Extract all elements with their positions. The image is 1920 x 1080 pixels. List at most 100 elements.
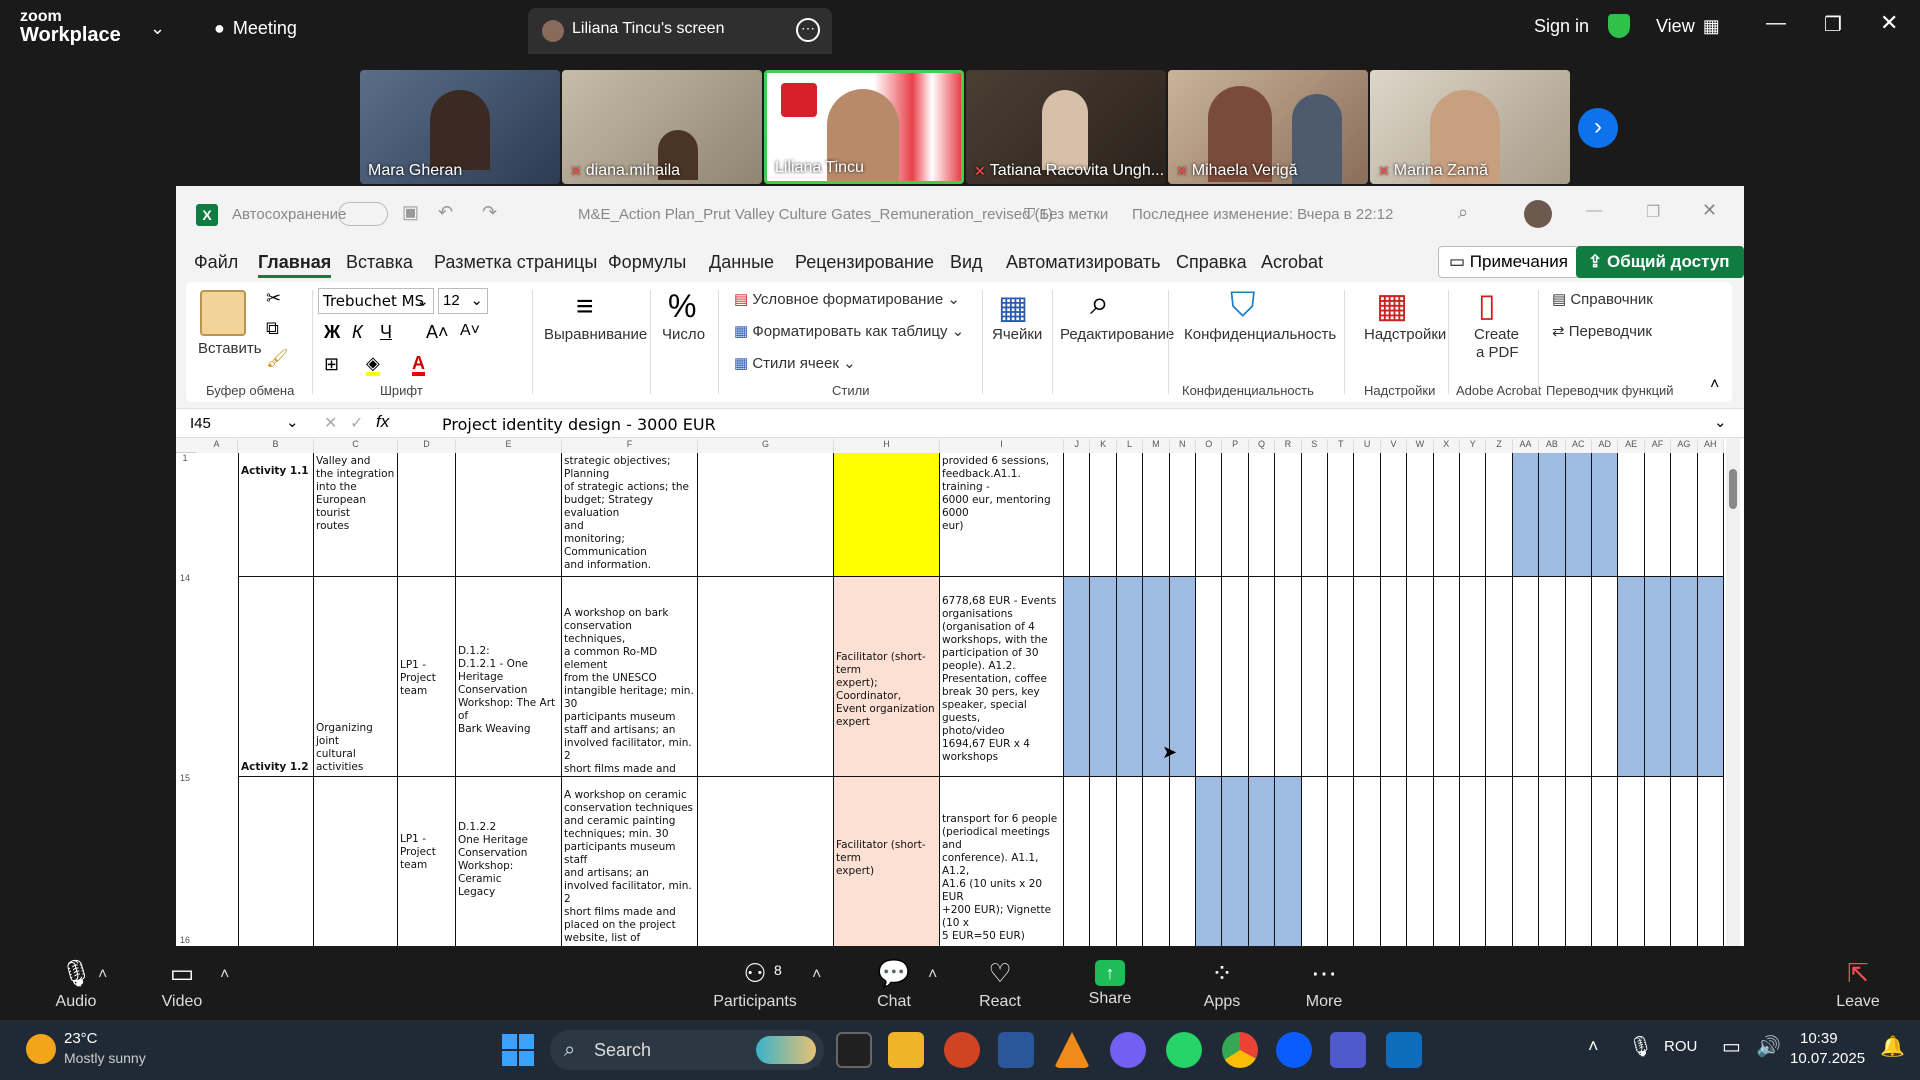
font-name-select[interactable]: Trebuchet MS ⌄: [318, 288, 434, 314]
timeline-cell[interactable]: [1354, 577, 1381, 777]
percent-icon[interactable]: %: [668, 288, 696, 325]
zoom-app-icon[interactable]: [1276, 1032, 1312, 1068]
participant-tile-active[interactable]: Liliana Tincu: [764, 70, 964, 184]
timeline-cell[interactable]: [1539, 577, 1566, 777]
timeline-cell[interactable]: [1512, 453, 1540, 577]
close-icon[interactable]: ✕: [1702, 200, 1717, 221]
timeline-cell[interactable]: [1090, 777, 1117, 946]
tab-file[interactable]: Файл: [194, 252, 238, 273]
share-button[interactable]: ⇪ Общий доступ ⌄: [1576, 246, 1744, 303]
timeline-cell[interactable]: [1064, 453, 1091, 577]
formula-input[interactable]: Project identity design - 3000 EUR: [442, 415, 716, 434]
create-pdf-button[interactable]: Create: [1474, 326, 1519, 343]
timeline-cell[interactable]: [1301, 453, 1328, 577]
expand-formula-icon[interactable]: ⌄: [1714, 413, 1727, 431]
column-header-t[interactable]: T: [1328, 439, 1355, 453]
chat-button[interactable]: 💬 Chat: [860, 948, 928, 1020]
cell-c15[interactable]: Organizing joint cultural activities: [314, 577, 398, 777]
cell-b14[interactable]: Activity 1.1: [238, 453, 314, 577]
timeline-cell[interactable]: [1565, 577, 1592, 777]
column-header-ag[interactable]: AG: [1671, 439, 1698, 453]
cell-f16[interactable]: A workshop on ceramic conservation techn…: [562, 777, 698, 946]
volume-icon[interactable]: 🔊: [1756, 1034, 1781, 1059]
name-box-dropdown-icon[interactable]: ⌄: [286, 413, 299, 431]
tab-acrobat[interactable]: Acrobat: [1261, 252, 1323, 273]
word-icon[interactable]: [998, 1032, 1034, 1068]
apps-button[interactable]: ⁘ Apps: [1188, 948, 1256, 1020]
comments-button[interactable]: ▭ Примечания: [1438, 246, 1579, 278]
decrease-font-icon[interactable]: A˅: [460, 322, 480, 340]
cell-d15[interactable]: LP1 - Project team: [398, 577, 456, 777]
column-header-u[interactable]: U: [1354, 439, 1381, 453]
timeline-cell[interactable]: [1434, 777, 1460, 946]
cell-d16[interactable]: LP1 - Project team: [398, 777, 456, 946]
timeline-cell[interactable]: [1196, 577, 1223, 777]
timeline-cell[interactable]: [1248, 453, 1276, 577]
timeline-cell[interactable]: [1618, 577, 1645, 777]
mic-icon[interactable]: 🎙: [1628, 1034, 1653, 1059]
timeline-cell[interactable]: [1302, 777, 1328, 946]
timeline-cell[interactable]: [1539, 453, 1566, 577]
video-options-chevron-icon[interactable]: ˄: [220, 966, 229, 984]
timeline-cell[interactable]: [1671, 577, 1698, 777]
shared-screen-tab[interactable]: Liliana Tincu's screen ⋯: [528, 8, 832, 54]
timeline-cell[interactable]: [1381, 777, 1408, 946]
meeting-tab[interactable]: ● Meeting: [214, 18, 297, 39]
react-button[interactable]: ♡ React: [966, 948, 1034, 1020]
scrollbar-thumb[interactable]: [1729, 469, 1737, 509]
row-number[interactable]: 1: [176, 453, 194, 463]
timeline-cell[interactable]: [1460, 577, 1487, 777]
bold-icon[interactable]: Ж: [324, 322, 340, 343]
notifications-icon[interactable]: 🔔: [1880, 1034, 1905, 1059]
cell-c14[interactable]: Valley and the integration into the Euro…: [314, 453, 398, 577]
timeline-cell[interactable]: [1222, 453, 1249, 577]
tab-data[interactable]: Данные: [709, 252, 774, 273]
timeline-cell[interactable]: [1671, 777, 1698, 946]
column-header-i[interactable]: I: [940, 439, 1064, 453]
copy-icon[interactable]: ⧉: [266, 318, 279, 339]
avatar[interactable]: [1524, 200, 1552, 228]
save-icon[interactable]: ▣: [402, 202, 419, 223]
column-header-g[interactable]: G: [698, 439, 834, 453]
search-icon[interactable]: ⌕: [1458, 202, 1468, 223]
viber-icon[interactable]: [1110, 1032, 1146, 1068]
more-options-icon[interactable]: ⋯: [796, 18, 820, 42]
cells-button[interactable]: Ячейки: [992, 326, 1042, 343]
cell-g15[interactable]: [698, 577, 834, 777]
search-icon[interactable]: ⌕: [1090, 284, 1109, 323]
sign-in-link[interactable]: Sign in: [1534, 16, 1589, 37]
teams-icon[interactable]: [1330, 1032, 1366, 1068]
timeline-cell[interactable]: [1248, 777, 1276, 946]
chrome-icon[interactable]: [1222, 1032, 1258, 1068]
cell-i16[interactable]: transport for 6 people (periodical meeti…: [940, 777, 1064, 946]
collapse-ribbon-icon[interactable]: ˄: [1710, 376, 1719, 394]
clock-time[interactable]: 10:39: [1800, 1030, 1838, 1047]
font-size-select[interactable]: 12 ⌄: [438, 288, 488, 314]
timeline-cell[interactable]: [1486, 453, 1513, 577]
more-button[interactable]: ⋯ More: [1290, 948, 1358, 1020]
pdf-icon[interactable]: ▯: [1478, 286, 1496, 324]
minimize-icon[interactable]: —: [1766, 12, 1786, 35]
timeline-cell[interactable]: [1460, 777, 1487, 946]
column-header-z[interactable]: Z: [1486, 439, 1513, 453]
column-header-aa[interactable]: AA: [1512, 439, 1540, 453]
column-header-b[interactable]: B: [238, 439, 314, 453]
column-header-d[interactable]: D: [398, 439, 456, 453]
cell-e14[interactable]: [456, 453, 562, 577]
privacy-icon[interactable]: ⛉: [1230, 286, 1256, 325]
tray-chevron-icon[interactable]: ˄: [1588, 1036, 1599, 1057]
timeline-cell[interactable]: [1196, 453, 1223, 577]
column-header-af[interactable]: AF: [1644, 439, 1672, 453]
row-number[interactable]: 14: [176, 573, 194, 583]
cell-f15[interactable]: A workshop on bark conservation techniqu…: [562, 577, 698, 777]
timeline-cell[interactable]: [1407, 777, 1434, 946]
timeline-cell[interactable]: [1645, 777, 1672, 946]
column-header-l[interactable]: L: [1116, 439, 1144, 453]
timeline-cell[interactable]: [1328, 577, 1355, 777]
column-header-a[interactable]: A: [196, 439, 238, 453]
timeline-cell[interactable]: [1697, 577, 1724, 777]
function-icon[interactable]: fx: [376, 412, 389, 432]
alignment-button[interactable]: Выравнивание: [544, 326, 647, 343]
cell-h16[interactable]: Facilitator (short-term expert): [834, 777, 940, 946]
timeline-cell[interactable]: [1328, 453, 1355, 577]
